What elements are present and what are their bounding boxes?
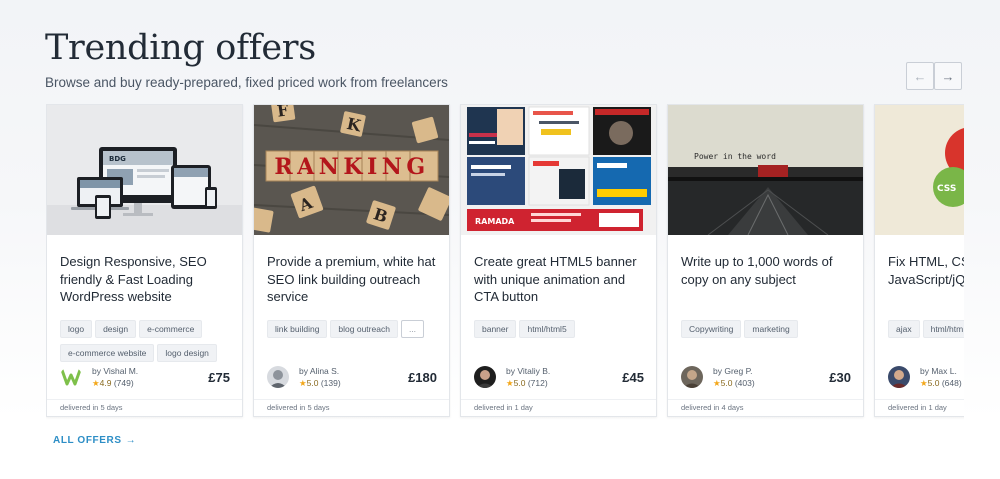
tag-list: link building blog outreach... [267,319,447,343]
offer-thumbnail[interactable]: Power in the word [668,105,863,235]
divider [668,399,863,400]
tag[interactable]: logo design [157,344,217,362]
tag[interactable]: ajax [888,320,920,338]
star-icon: ★ [92,378,100,388]
offers-carousel: BDG Design Responsive, SEO friendly & Fa [46,104,964,420]
page-subtitle: Browse and buy ready-prepared, fixed pri… [45,75,448,90]
avatar[interactable] [474,366,496,388]
next-button[interactable]: → [934,62,962,90]
thumb-logo-text: BDG [109,155,126,163]
seller-rating: ★5.0 (648) [920,378,962,389]
more-tags-button[interactable]: ... [400,320,425,338]
review-count: (403) [734,378,755,388]
seller-name[interactable]: by Max L. [920,366,957,376]
review-count: (749) [113,378,134,388]
tag[interactable]: link building [267,320,328,338]
arrow-right-icon: → [941,68,955,84]
tag[interactable]: html/htm [922,320,964,338]
star-icon: ★ [506,378,514,388]
tag[interactable]: logo [60,320,93,338]
tag-list: logo design e-commerce e-commerce website lo… [60,319,240,367]
seller-rating: ★5.0 (139) [299,378,341,389]
offer-card[interactable]: RAMADA Create great HTML5 banner with un… [460,104,657,417]
offer-title[interactable]: Write up to 1,000 words of copy on any s… [681,253,856,288]
tag-list: Copywriting marketing [681,319,861,343]
offer-thumbnail[interactable]: BDG [47,105,242,235]
tag-list: banner html/html5 [474,319,654,343]
offer-card[interactable]: Power in the word Write up to 1,000 word… [667,104,864,417]
offer-price: £30 [829,370,851,385]
thumb-ranking-text: RANKING [274,154,429,180]
divider [47,399,242,400]
review-count: (139) [320,378,341,388]
thumb-typewriter-text: Power in the word [694,152,776,161]
offer-card[interactable]: CSS Fix HTML, CSS JavaScript/jQu bugs/er… [874,104,964,417]
seller-name[interactable]: by Vitaliy B. [506,366,550,376]
offer-card[interactable]: BDG Design Responsive, SEO friendly & Fa [46,104,243,417]
offer-thumbnail[interactable]: F K A B RANKING [254,105,449,235]
tag[interactable]: e-commerce [139,320,203,338]
tag[interactable]: banner [474,320,517,338]
tag[interactable]: design [95,320,137,338]
thumb-banner-text: RAMADA [475,217,515,226]
star-icon: ★ [920,378,928,388]
avatar[interactable] [60,366,82,388]
thumb-css-text: CSS [937,184,956,194]
divider [461,399,656,400]
rating-value: 5.0 [306,378,319,388]
offer-title[interactable]: Create great HTML5 banner with unique an… [474,253,649,306]
delivery-time: delivered in 1 day [888,403,947,412]
rating-value: 5.0 [513,378,526,388]
rating-value: 5.0 [720,378,733,388]
review-count: (648) [941,378,962,388]
divider [254,399,449,400]
offer-title[interactable]: Provide a premium, white hat SEO link bu… [267,253,442,306]
offer-title[interactable]: Fix HTML, CSS JavaScript/jQu bugs/errors [888,253,964,288]
page-title: Trending offers [45,28,316,68]
seller-rating: ★4.9 (749) [92,378,134,389]
rating-value: 5.0 [927,378,940,388]
delivery-time: delivered in 4 days [681,403,744,412]
arrow-left-icon: ← [913,68,927,84]
divider [875,399,964,400]
seller-name[interactable]: by Alina S. [299,366,339,376]
tag[interactable]: html/html5 [519,320,575,338]
offer-price: £45 [622,370,644,385]
star-icon: ★ [713,378,721,388]
tag[interactable]: Copywriting [681,320,742,338]
seller-name[interactable]: by Greg P. [713,366,753,376]
avatar[interactable] [888,366,910,388]
offer-price: £180 [408,370,437,385]
previous-button[interactable]: ← [906,62,934,90]
delivery-time: delivered in 5 days [60,403,123,412]
rating-value: 4.9 [99,378,112,388]
offer-thumbnail[interactable]: RAMADA [461,105,656,235]
seller-rating: ★5.0 (403) [713,378,755,389]
offer-price: £75 [208,370,230,385]
arrow-right-icon: → [125,435,137,446]
star-icon: ★ [299,378,307,388]
avatar[interactable] [267,366,289,388]
delivery-time: delivered in 5 days [267,403,330,412]
tag[interactable]: blog outreach [330,320,398,338]
all-offers-link[interactable]: ALL OFFERS → [53,435,136,446]
offer-card[interactable]: F K A B RANKING Provide a premium, white… [253,104,450,417]
avatar[interactable] [681,366,703,388]
tag[interactable]: e-commerce website [60,344,155,362]
offer-title[interactable]: Design Responsive, SEO friendly & Fast L… [60,253,235,306]
all-offers-label: ALL OFFERS [53,435,122,446]
delivery-time: delivered in 1 day [474,403,533,412]
offer-thumbnail[interactable]: CSS [875,105,964,235]
seller-name[interactable]: by Vishal M. [92,366,138,376]
review-count: (712) [527,378,548,388]
tag-list: ajax html/htm [888,319,964,343]
seller-rating: ★5.0 (712) [506,378,548,389]
tag[interactable]: marketing [744,320,798,338]
